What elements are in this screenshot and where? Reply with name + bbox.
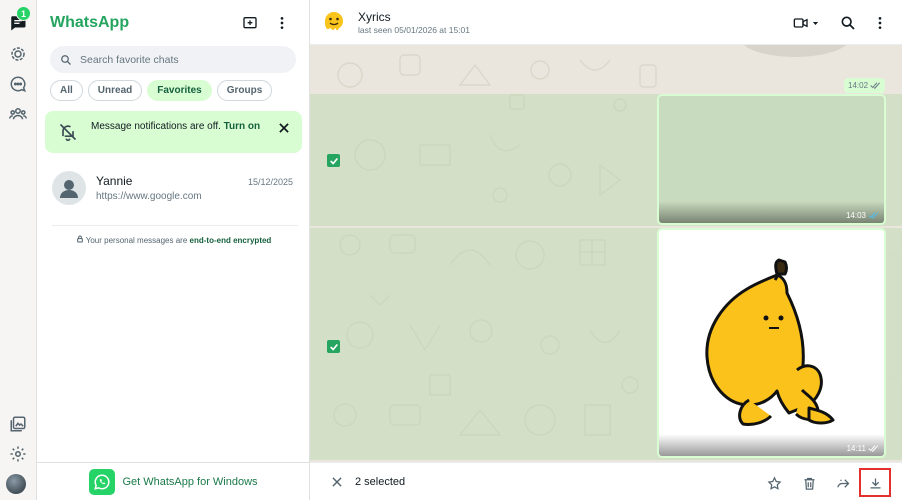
turn-on-link[interactable]: Turn on — [224, 121, 260, 132]
delete-button[interactable] — [800, 474, 818, 492]
download-button[interactable] — [866, 474, 884, 492]
search-icon — [841, 16, 855, 30]
app-title: WhatsApp — [50, 14, 130, 31]
filter-groups[interactable]: Groups — [216, 80, 273, 101]
download-icon — [870, 478, 880, 488]
get-windows-label: Get WhatsApp for Windows — [122, 475, 258, 488]
chat-preview: https://www.google.com — [96, 191, 202, 202]
video-call-button[interactable] — [790, 13, 822, 33]
get-windows-app[interactable]: Get WhatsApp for Windows — [37, 462, 310, 500]
avatar — [52, 171, 86, 205]
double-check-icon — [870, 82, 881, 89]
star-icon — [767, 475, 781, 490]
image-message[interactable]: 14:03 — [657, 94, 886, 225]
chat-list-item[interactable]: Yannie https://www.google.com 15/12/2025 — [37, 165, 310, 221]
communities-icon[interactable] — [6, 102, 30, 126]
divider — [52, 225, 298, 226]
navigation-rail: 1 — [0, 0, 37, 500]
message-timestamp: 14:02 — [844, 78, 886, 93]
check-icon — [329, 157, 338, 165]
lock-icon — [76, 235, 83, 243]
filter-favorites[interactable]: Favorites — [147, 80, 212, 101]
filter-unread[interactable]: Unread — [87, 80, 143, 101]
message-checkbox[interactable] — [327, 154, 340, 167]
search-bar[interactable] — [50, 46, 296, 73]
double-check-icon — [868, 445, 878, 452]
encryption-text: Your personal messages are — [85, 236, 188, 245]
whatsapp-logo-icon — [89, 468, 116, 495]
contact-name: Xyrics — [358, 10, 391, 24]
message-checkbox[interactable] — [327, 340, 340, 353]
chat-time: 15/12/2025 — [247, 177, 293, 187]
message-timestamp: 14:03 — [846, 211, 879, 220]
notice-text: Message notifications are off. — [91, 121, 221, 132]
media-icon[interactable] — [6, 412, 30, 436]
banana-sticker — [705, 258, 835, 426]
status-icon[interactable] — [6, 42, 30, 66]
unread-badge: 1 — [16, 6, 31, 21]
conversation-header[interactable]: Xyrics last seen 05/01/2026 at 15:01 — [310, 0, 902, 45]
chevron-down-icon — [812, 21, 818, 25]
sticker-message[interactable]: 14:11 — [657, 228, 886, 458]
close-icon[interactable] — [277, 121, 291, 135]
message-area[interactable]: 14:02 14:03 14:11 — [310, 45, 902, 462]
close-icon[interactable] — [330, 475, 344, 489]
chat-name: Yannie — [96, 174, 133, 188]
encryption-link[interactable]: end-to-end encrypted — [190, 236, 272, 245]
forward-button[interactable] — [834, 474, 852, 492]
default-avatar-icon — [60, 180, 78, 198]
notifications-banner: Message notifications are off. Turn on — [45, 111, 302, 153]
selection-toolbar: 2 selected — [310, 462, 902, 500]
selected-count: 2 selected — [355, 476, 406, 488]
double-check-icon — [868, 212, 878, 219]
settings-icon[interactable] — [6, 442, 30, 466]
message-timestamp: 14:11 — [847, 444, 879, 453]
trash-icon — [804, 477, 814, 490]
last-seen: last seen 05/01/2026 at 15:01 — [358, 25, 471, 35]
contact-avatar[interactable] — [321, 9, 347, 35]
new-chat-icon[interactable] — [240, 13, 260, 33]
video-camera-icon — [793, 18, 808, 28]
search-icon — [61, 54, 71, 65]
bell-off-icon — [59, 123, 77, 142]
channels-icon[interactable] — [6, 72, 30, 96]
chat-list-panel: WhatsApp All Unread Favorites Groups Mes… — [37, 0, 310, 500]
search-chat-button[interactable] — [838, 13, 858, 33]
menu-icon[interactable] — [272, 13, 292, 33]
check-icon — [329, 343, 338, 351]
search-input[interactable] — [80, 53, 280, 66]
conversation-panel: Xyrics last seen 05/01/2026 at 15:01 14:… — [310, 0, 902, 500]
profile-avatar[interactable] — [6, 474, 26, 494]
encryption-notice: Your personal messages are end-to-end en… — [37, 235, 310, 245]
chat-menu-button[interactable] — [870, 13, 890, 33]
forward-icon — [836, 478, 849, 488]
filter-all[interactable]: All — [50, 80, 83, 101]
melting-face-icon — [325, 12, 343, 31]
filter-chips: All Unread Favorites Groups — [50, 80, 273, 101]
star-button[interactable] — [765, 474, 783, 492]
menu-icon — [878, 17, 882, 29]
